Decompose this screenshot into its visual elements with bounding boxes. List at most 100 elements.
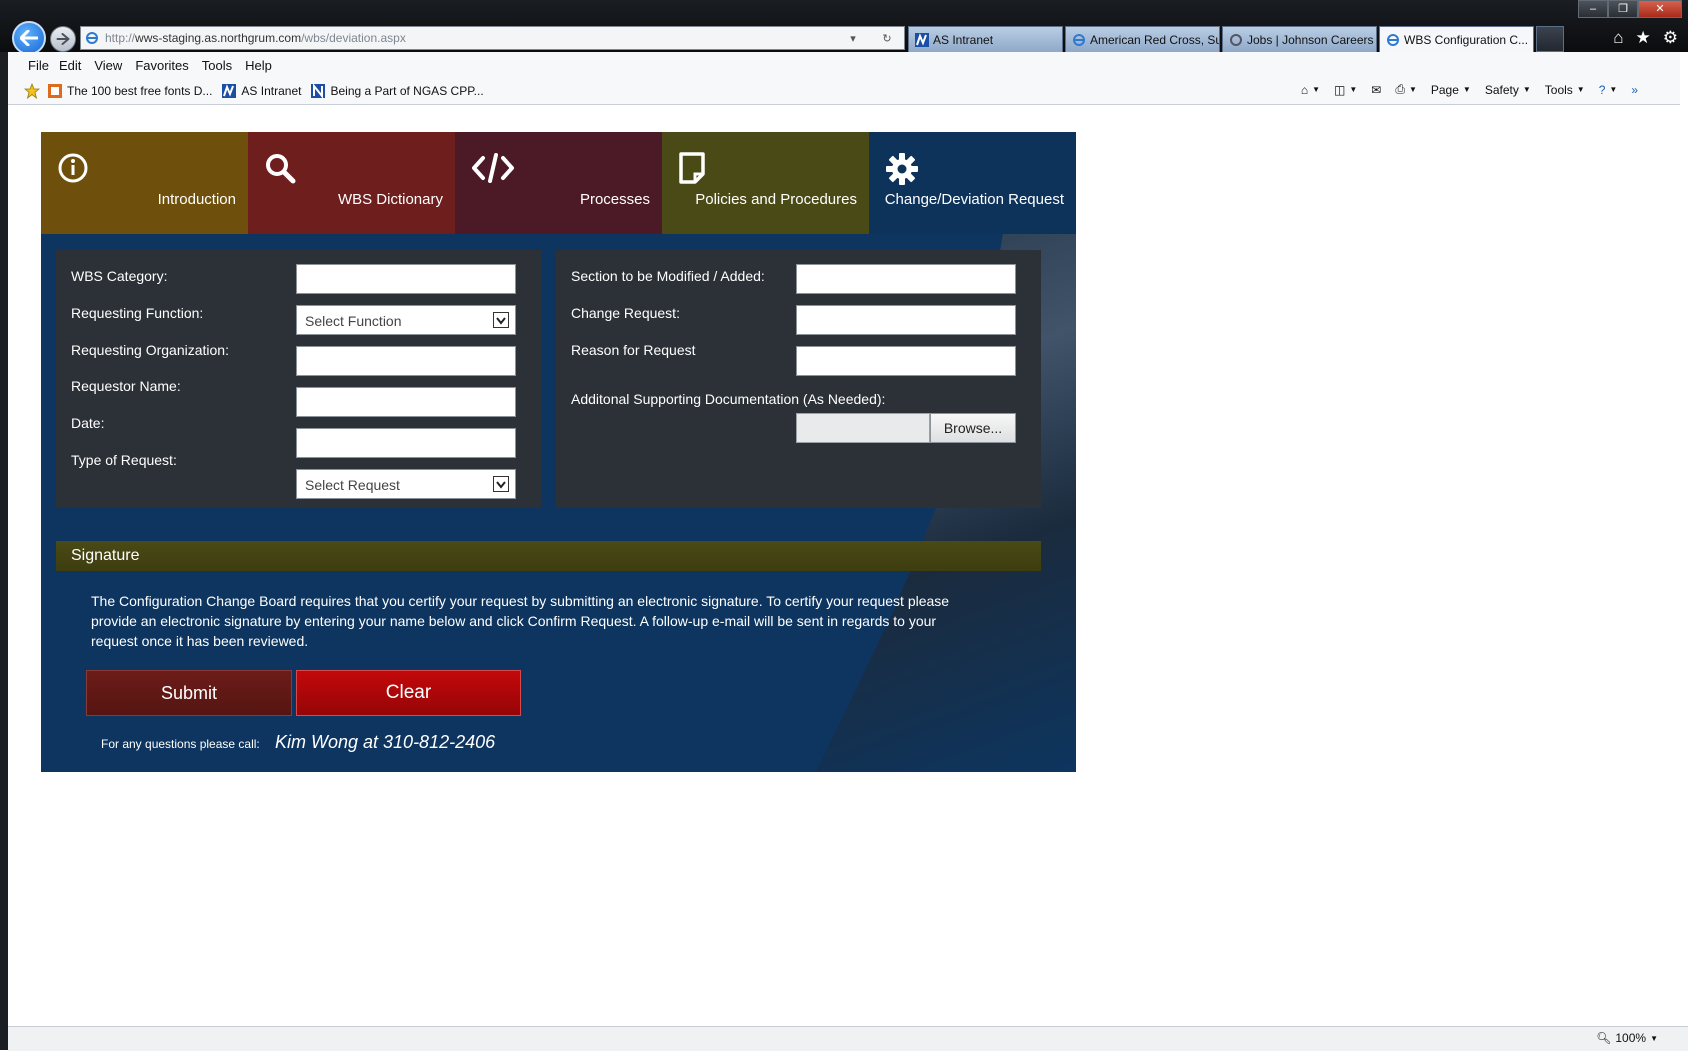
ie-page-icon	[1387, 33, 1399, 46]
nav-introduction[interactable]: Introduction	[41, 132, 248, 234]
requesting-organization-label: Requesting Organization:	[71, 342, 229, 358]
wbs-category-label: WBS Category:	[71, 268, 168, 284]
address-url[interactable]: http://wws-staging.as.northgrum.com/wbs/…	[105, 31, 836, 45]
menu-file[interactable]: File	[8, 58, 59, 73]
date-input[interactable]	[296, 428, 516, 458]
favorites-star-icon[interactable]: ★	[1636, 28, 1651, 48]
chevron-down-icon: ▼	[1522, 85, 1531, 94]
menu-favorites[interactable]: Favorites	[135, 58, 201, 73]
zoom-level: 100%	[1615, 1031, 1647, 1045]
settings-gear-icon[interactable]: ⚙	[1663, 28, 1678, 48]
menu-help[interactable]: Help	[245, 58, 285, 73]
requesting-function-value: Select Function	[305, 313, 402, 329]
menu-tools[interactable]: Tools	[202, 58, 245, 73]
home-icon[interactable]: ⌂	[1613, 28, 1623, 48]
dropdown-arrow-icon[interactable]	[493, 476, 509, 492]
close-tab-icon[interactable]: ✕	[1528, 33, 1533, 47]
help-menu[interactable]: ? ▼	[1599, 83, 1618, 97]
menu-edit[interactable]: Edit	[59, 58, 94, 73]
section-modified-input[interactable]	[796, 264, 1016, 294]
favorite-link-as-intranet[interactable]: AS Intranet	[222, 84, 301, 98]
favorite-link-label: The 100 best free fonts D...	[67, 84, 213, 98]
favorites-star-icon[interactable]	[24, 83, 40, 99]
tab-johnson-careers[interactable]: Jobs | Johnson Careers	[1222, 26, 1377, 52]
tab-strip: AS Intranet American Red Cross, Su... Jo…	[908, 26, 1564, 52]
nav-wbs-dictionary[interactable]: WBS Dictionary	[248, 132, 455, 234]
refresh-icon[interactable]: ↻	[870, 32, 904, 45]
main-nav: Introduction WBS Dictionary Processes Po…	[41, 132, 1076, 234]
menu-view[interactable]: View	[94, 58, 135, 73]
more-commands-chevron[interactable]: »	[1631, 83, 1638, 97]
nav-policies-and-procedures[interactable]: Policies and Procedures	[662, 132, 869, 234]
northrop-logo-icon	[311, 84, 326, 98]
tools-menu-label: Tools	[1544, 82, 1573, 97]
help-icon: ?	[1598, 82, 1606, 97]
tab-as-intranet[interactable]: AS Intranet	[908, 26, 1063, 52]
forward-arrow-icon	[56, 33, 70, 45]
contact-value: Kim Wong at 310-812-2406	[275, 732, 496, 752]
tab-label: WBS Configuration C...	[1404, 32, 1529, 47]
window-left-edge	[0, 52, 8, 1050]
submit-button[interactable]: Submit	[86, 670, 292, 716]
forward-button[interactable]	[50, 26, 76, 52]
file-path-field[interactable]	[796, 413, 930, 443]
contact-label: For any questions please call:	[101, 737, 260, 751]
type-of-request-select[interactable]: Select Request	[296, 469, 516, 499]
tab-label: American Red Cross, Su...	[1090, 32, 1220, 47]
new-tab-button[interactable]	[1536, 26, 1564, 52]
rss-feed-icon: ◫	[1334, 82, 1346, 97]
feeds-command[interactable]: ◫ ▼	[1334, 83, 1357, 97]
chevron-down-icon: ▼	[1650, 1033, 1658, 1043]
mail-icon: ✉	[1371, 82, 1382, 97]
reason-input[interactable]	[796, 346, 1016, 376]
northrop-logo-icon	[915, 32, 929, 47]
mail-command[interactable]: ✉	[1371, 83, 1381, 97]
status-bar: 🔍︎ 100% ▼	[8, 1026, 1688, 1051]
browse-button[interactable]: Browse...	[930, 413, 1016, 443]
supporting-docs-label: Additonal Supporting Documentation (As N…	[571, 391, 886, 407]
requesting-function-select[interactable]: Select Function	[296, 305, 516, 335]
chevron-down-icon: ▼	[1576, 85, 1585, 94]
gear-icon	[886, 153, 918, 185]
page-menu[interactable]: Page ▼	[1431, 83, 1471, 97]
tab-wbs-configuration[interactable]: WBS Configuration C... ✕	[1379, 26, 1534, 52]
wbs-category-input[interactable]	[296, 264, 516, 294]
requestor-name-input[interactable]	[296, 387, 516, 417]
favorite-link-label: AS Intranet	[241, 84, 302, 98]
nav-label: Change/Deviation Request	[884, 191, 1064, 208]
dropdown-arrow-icon[interactable]	[493, 312, 509, 328]
safety-menu[interactable]: Safety ▼	[1485, 83, 1531, 97]
chevron-down-icon: ▼	[1462, 85, 1471, 94]
zoom-control[interactable]: 🔍︎ 100% ▼	[1596, 1031, 1658, 1045]
signature-instructions: The Configuration Change Board requires …	[91, 593, 950, 649]
nav-label: Policies and Procedures	[695, 191, 857, 208]
favorite-link-fonts[interactable]: The 100 best free fonts D...	[48, 84, 212, 98]
nav-change-deviation-request[interactable]: Change/Deviation Request	[869, 132, 1076, 234]
tab-american-red-cross[interactable]: American Red Cross, Su...	[1065, 26, 1220, 52]
address-dropdown-icon[interactable]: ▾	[836, 32, 870, 45]
browser-icons: ⌂ ★ ⚙	[1613, 28, 1678, 48]
requestor-name-label: Requestor Name:	[71, 378, 181, 394]
safety-menu-label: Safety	[1484, 82, 1519, 97]
johnson-logo-icon	[1230, 33, 1242, 46]
back-button[interactable]	[12, 21, 46, 55]
signature-heading: Signature	[56, 541, 1041, 571]
minimize-button[interactable]: –	[1578, 0, 1608, 18]
chevron-down-icon: ▼	[1349, 85, 1358, 94]
northrop-logo-icon	[222, 84, 237, 98]
address-bar[interactable]: http://wws-staging.as.northgrum.com/wbs/…	[80, 26, 905, 50]
close-window-button[interactable]: ✕	[1638, 0, 1682, 18]
nav-processes[interactable]: Processes	[455, 132, 662, 234]
favorite-link-ngas-cpp[interactable]: Being a Part of NGAS CPP...	[311, 84, 484, 98]
menu-bar: File Edit View Favorites Tools Help	[8, 52, 1680, 78]
clear-button[interactable]: Clear	[296, 670, 521, 716]
home-command[interactable]: ⌂ ▼	[1301, 83, 1320, 97]
print-command[interactable]: ⎙ ▼	[1395, 82, 1417, 97]
nav-label: Processes	[579, 191, 650, 208]
requesting-organization-input[interactable]	[296, 346, 516, 376]
address-url-scheme: http://	[105, 31, 136, 45]
tools-menu[interactable]: Tools ▼	[1545, 83, 1585, 97]
restore-button[interactable]: ❐	[1608, 0, 1638, 18]
search-icon	[266, 154, 296, 184]
change-request-input[interactable]	[796, 305, 1016, 335]
